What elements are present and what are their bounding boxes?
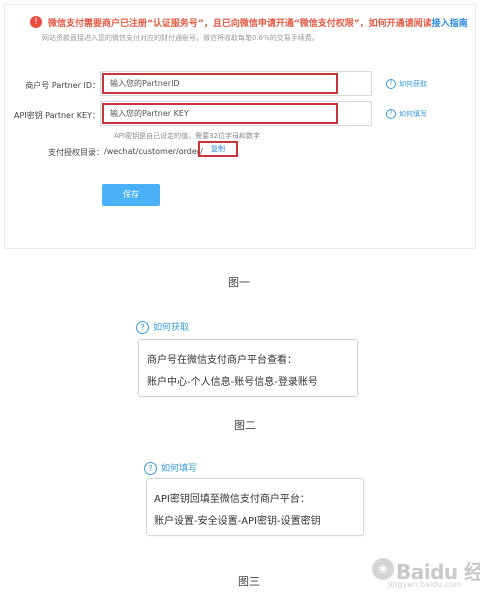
- how-to-fill-label: 如何填写: [399, 110, 427, 118]
- auth-dir-label: 支付授权目录：: [48, 148, 104, 157]
- notice-text: 微信支付需要商户已注册“认证服务号”，且已向微信申请开通“微信支付权限”，如何开…: [48, 16, 468, 29]
- info1-box: [138, 339, 358, 397]
- info2-title: ? 如何填写: [144, 461, 197, 475]
- info2-line1: API密钥回填至微信支付商户平台：: [154, 494, 310, 505]
- how-to-get-link[interactable]: ? 如何获取: [386, 79, 427, 89]
- access-guide-link[interactable]: 接入指南: [432, 19, 468, 29]
- info1-line2: 账户中心-个人信息-账号信息-登录账号: [147, 377, 318, 388]
- question-icon: ?: [386, 109, 396, 119]
- caption-fig2: 图二: [234, 419, 256, 432]
- info2-title-text: 如何填写: [161, 464, 198, 474]
- info1-title-text: 如何获取: [153, 323, 190, 333]
- info2-line2: 账户设置-安全设置-API密钥-设置密钥: [154, 516, 321, 527]
- info2-box: [146, 478, 364, 536]
- auth-dir-value: /wechat/customer/order/: [104, 147, 203, 156]
- how-to-get-label: 如何获取: [399, 80, 427, 88]
- caption-fig1: 图一: [228, 276, 250, 289]
- baidu-watermark-url: jingyan.baidu.com: [388, 580, 462, 589]
- question-icon: ?: [386, 79, 396, 89]
- info1-line1: 商户号在微信支付商户平台查看：: [147, 355, 297, 366]
- partner-key-label: API密钥 Partner KEY：: [13, 111, 100, 120]
- warning-icon: !: [30, 16, 42, 28]
- partner-id-label: 商户号 Partner ID：: [25, 81, 100, 90]
- question-icon: ?: [144, 462, 157, 475]
- notice-message: 微信支付需要商户已注册“认证服务号”，且已向微信申请开通“微信支付权限”，如何开…: [48, 19, 432, 29]
- copy-button[interactable]: 复制: [198, 141, 238, 157]
- info1-title: ? 如何获取: [136, 320, 189, 334]
- baidu-paw-icon: ❀: [372, 558, 394, 580]
- caption-fig3: 图三: [238, 575, 260, 588]
- partner-id-input[interactable]: 输入您的PartnerID: [102, 73, 338, 94]
- partner-key-input[interactable]: 输入您的Partner KEY: [102, 103, 338, 124]
- key-hint: API密钥是自己设定的值，需要32位字母和数字: [114, 132, 260, 140]
- fee-note: 网站资款直接进入您的微信支付对应的财付通账号，微信将收取每笔0.6%的交易手续费…: [42, 34, 319, 42]
- save-button[interactable]: 保存: [102, 184, 160, 206]
- question-icon: ?: [136, 321, 149, 334]
- how-to-fill-link[interactable]: ? 如何填写: [386, 109, 427, 119]
